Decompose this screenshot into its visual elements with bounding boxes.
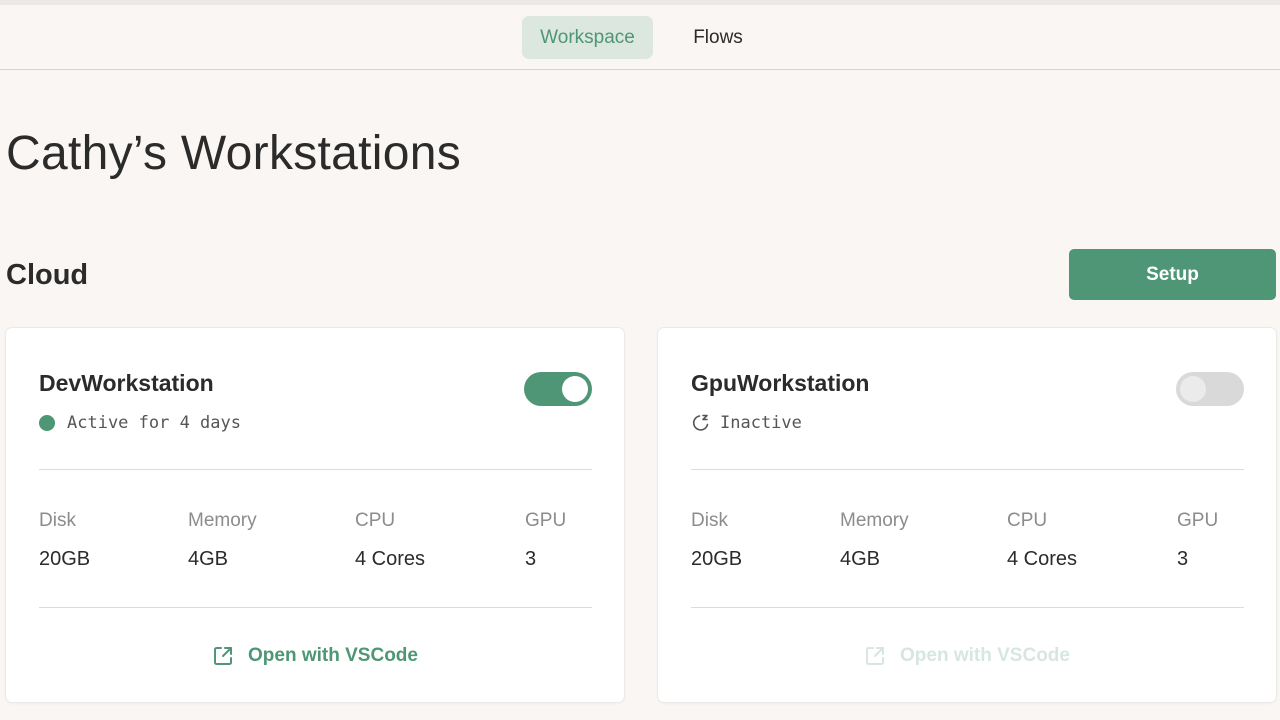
workstation-card: DevWorkstation Active for 4 days Disk 20… bbox=[6, 328, 624, 702]
spec-label-disk: Disk bbox=[39, 510, 76, 531]
external-link-icon bbox=[212, 645, 234, 667]
external-link-icon bbox=[864, 645, 886, 667]
spec-cpu: CPU 4 Cores bbox=[1007, 509, 1077, 571]
section-title-cloud: Cloud bbox=[6, 259, 89, 291]
toggle-knob bbox=[562, 376, 588, 402]
divider bbox=[691, 607, 1244, 608]
spec-label-memory: Memory bbox=[188, 510, 257, 531]
spec-cpu: CPU 4 Cores bbox=[355, 509, 425, 571]
tab-workspace[interactable]: Workspace bbox=[522, 16, 653, 59]
spec-label-cpu: CPU bbox=[1007, 510, 1048, 531]
workstation-status: Inactive bbox=[691, 412, 802, 434]
spec-value-cpu: 4 Cores bbox=[1007, 548, 1078, 570]
status-text: Active for 4 days bbox=[67, 413, 241, 433]
spec-disk: Disk 20GB bbox=[39, 509, 90, 571]
spec-value-disk: 20GB bbox=[691, 548, 743, 570]
open-vscode-link[interactable]: Open with VSCode bbox=[6, 642, 624, 670]
top-nav: Workspace Flows bbox=[0, 5, 1280, 70]
spec-disk: Disk 20GB bbox=[691, 509, 742, 571]
spec-value-cpu: 4 Cores bbox=[355, 548, 426, 570]
spec-label-disk: Disk bbox=[691, 510, 728, 531]
open-vscode-label: Open with VSCode bbox=[900, 645, 1070, 666]
spec-label-cpu: CPU bbox=[355, 510, 396, 531]
workstation-name: GpuWorkstation bbox=[691, 370, 870, 396]
workstation-power-toggle[interactable] bbox=[1176, 372, 1244, 406]
sleep-icon bbox=[691, 413, 711, 433]
spec-gpu: GPU 3 bbox=[1177, 509, 1218, 571]
spec-value-memory: 4GB bbox=[840, 548, 881, 570]
workstation-card: GpuWorkstation Inactive Disk 20GB Memory… bbox=[658, 328, 1276, 702]
divider bbox=[39, 607, 592, 608]
spec-memory: Memory 4GB bbox=[840, 509, 909, 571]
spec-label-gpu: GPU bbox=[1177, 510, 1219, 531]
spec-value-memory: 4GB bbox=[188, 548, 229, 570]
setup-button[interactable]: Setup bbox=[1069, 249, 1276, 300]
tab-flows[interactable]: Flows bbox=[668, 16, 768, 59]
spec-label-memory: Memory bbox=[840, 510, 909, 531]
spec-label-gpu: GPU bbox=[525, 510, 567, 531]
workstation-power-toggle[interactable] bbox=[524, 372, 592, 406]
workstation-status: Active for 4 days bbox=[39, 412, 241, 434]
spec-value-disk: 20GB bbox=[39, 548, 91, 570]
spec-value-gpu: 3 bbox=[525, 548, 537, 570]
status-text: Inactive bbox=[720, 413, 802, 433]
spec-value-gpu: 3 bbox=[1177, 548, 1189, 570]
spec-gpu: GPU 3 bbox=[525, 509, 566, 571]
open-vscode-label: Open with VSCode bbox=[248, 645, 418, 666]
workstation-name: DevWorkstation bbox=[39, 370, 214, 396]
page-title: Cathy’s Workstations bbox=[6, 127, 462, 180]
open-vscode-link[interactable]: Open with VSCode bbox=[658, 642, 1276, 670]
status-dot-icon bbox=[39, 415, 55, 431]
spec-memory: Memory 4GB bbox=[188, 509, 257, 571]
divider bbox=[39, 469, 592, 470]
divider bbox=[691, 469, 1244, 470]
toggle-knob bbox=[1180, 376, 1206, 402]
